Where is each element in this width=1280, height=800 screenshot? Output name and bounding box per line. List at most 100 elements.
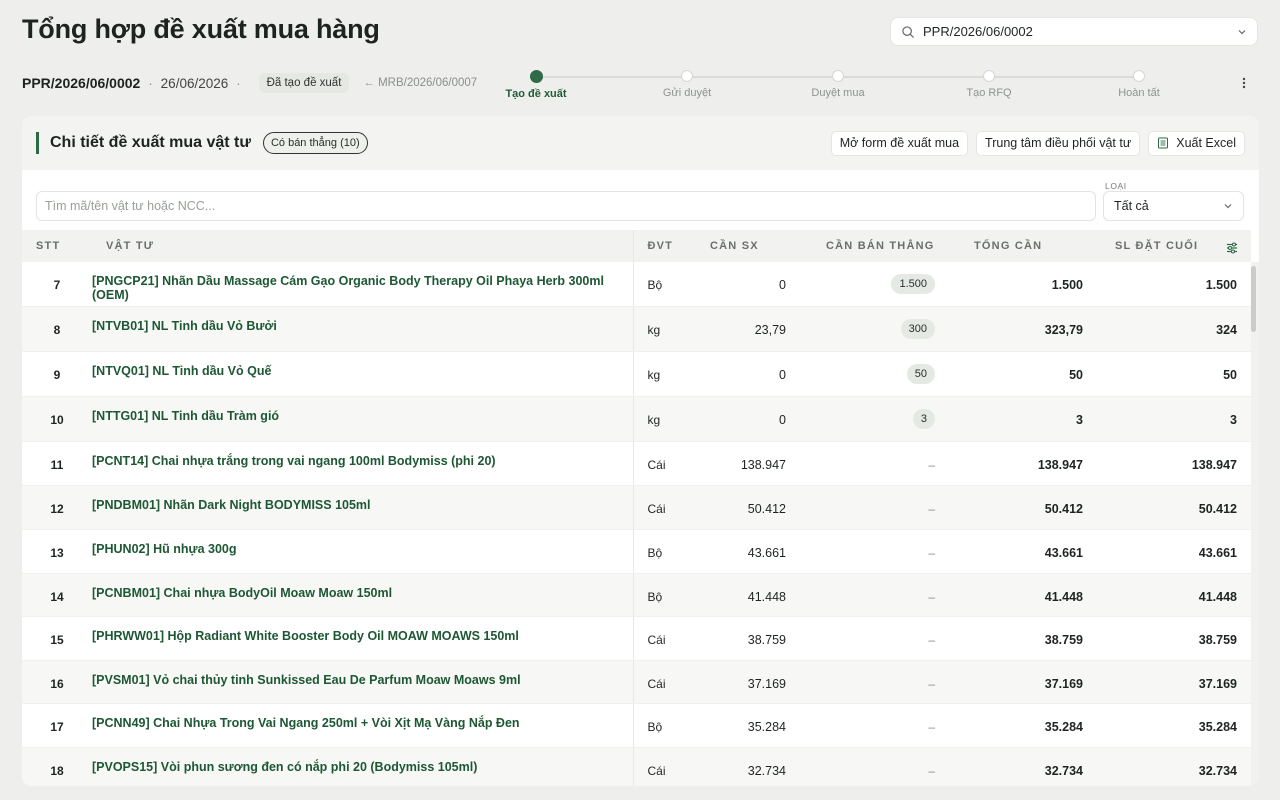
column-settings-icon[interactable] bbox=[1225, 241, 1239, 255]
cell-final-order-qty[interactable]: 37.169 bbox=[1097, 660, 1251, 704]
cell-total-need: 50 bbox=[949, 351, 1097, 397]
table-row[interactable]: 13 [PHUN02] Hũ nhựa 300g Bộ 43.661–43.661 43… bbox=[22, 529, 1251, 574]
step-dot bbox=[681, 70, 693, 82]
cell-direct-sale-need: 1.500 bbox=[800, 262, 949, 307]
material-search-input[interactable] bbox=[36, 191, 1096, 221]
cell-material-name[interactable]: [PCNN49] Chai Nhựa Trong Vai Ngang 250ml… bbox=[92, 703, 634, 748]
document-search[interactable] bbox=[890, 17, 1258, 46]
cell-total-need: 32.734 bbox=[949, 747, 1097, 786]
step-duyet-mua[interactable]: Duyệt mua bbox=[778, 70, 898, 99]
cell-stt: 16 bbox=[22, 660, 92, 704]
card-header: Chi tiết đề xuất mua vật tư Có bán thẳng… bbox=[22, 116, 1259, 170]
table-row[interactable]: 12 [PNDBM01] Nhãn Dark Night BODYMISS 105… bbox=[22, 485, 1251, 530]
table-row[interactable]: 16 [PVSM01] Vỏ chai thủy tinh Sunkissed E… bbox=[22, 660, 1251, 704]
cell-final-order-qty[interactable]: 35.284 bbox=[1097, 703, 1251, 748]
table-row[interactable]: 17 [PCNN49] Chai Nhựa Trong Vai Ngang 250… bbox=[22, 703, 1251, 748]
source-document-link[interactable]: ← MRB/2026/06/0007 bbox=[363, 77, 477, 89]
cell-final-order-qty[interactable]: 43.661 bbox=[1097, 529, 1251, 574]
step-hoan-tat[interactable]: Hoàn tất bbox=[1079, 70, 1199, 99]
column-header-stt[interactable]: STT bbox=[22, 230, 92, 262]
cell-material-name[interactable]: [PHUN02] Hũ nhựa 300g bbox=[92, 529, 634, 574]
cell-material-name[interactable]: [NTTG01] NL Tinh dầu Tràm gió bbox=[92, 396, 634, 442]
table-row[interactable]: 14 [PCNBM01] Chai nhựa BodyOil Moaw Moaw … bbox=[22, 573, 1251, 617]
direct-sale-filter-pill[interactable]: Có bán thẳng (10) bbox=[262, 132, 368, 154]
cell-unit: Cái bbox=[633, 616, 688, 661]
table-row[interactable]: 9 [NTVQ01] NL Tinh dầu Vỏ Quế kg 0 50 50 50 bbox=[22, 351, 1251, 397]
table-row[interactable]: 7 [PNGCP21] Nhãn Dầu Massage Cám Gạo Orga… bbox=[22, 262, 1251, 307]
cell-final-order-qty[interactable]: 324 bbox=[1097, 306, 1251, 352]
cell-material-name[interactable]: [PVSM01] Vỏ chai thủy tinh Sunkissed Eau… bbox=[92, 660, 634, 704]
header-actions: Mở form đề xuất mua Trung tâm điều phối … bbox=[830, 130, 1245, 156]
cell-final-order-qty[interactable]: 138.947 bbox=[1097, 441, 1251, 486]
cell-stt: 10 bbox=[22, 396, 92, 442]
cell-final-order-qty[interactable]: 32.734 bbox=[1097, 747, 1251, 786]
empty-dash: – bbox=[928, 589, 935, 604]
cell-material-name[interactable]: [NTVB01] NL Tinh dầu Vỏ Bưởi bbox=[92, 306, 634, 352]
column-header-production-need[interactable]: CẦN SX bbox=[688, 230, 800, 262]
cell-unit: Cái bbox=[633, 485, 688, 530]
cell-material-name[interactable]: [PCNT14] Chai nhựa trắng trong vai ngang… bbox=[92, 441, 634, 486]
cell-direct-sale-need: – bbox=[800, 529, 949, 574]
table-row[interactable]: 10 [NTTG01] NL Tinh dầu Tràm gió kg 0 3 3 3 bbox=[22, 396, 1251, 442]
document-meta: PPR/2026/06/0002 · 26/06/2026 · Đã tạo đ… bbox=[22, 72, 477, 94]
cell-production-need: 23,79 bbox=[688, 306, 800, 352]
table-row[interactable]: 15 [PHRWW01] Hộp Radiant White Booster Bo… bbox=[22, 616, 1251, 661]
type-filter-select[interactable]: Tất cả bbox=[1103, 191, 1244, 221]
cell-material-name[interactable]: [NTVQ01] NL Tinh dầu Vỏ Quế bbox=[92, 351, 634, 397]
cell-material-name[interactable]: [PHRWW01] Hộp Radiant White Booster Body… bbox=[92, 616, 634, 661]
cell-direct-sale-need: – bbox=[800, 747, 949, 786]
cell-material-name[interactable]: [PNDBM01] Nhãn Dark Night BODYMISS 105ml bbox=[92, 485, 634, 530]
kebab-menu-icon[interactable] bbox=[1238, 76, 1250, 90]
column-header-direct-sale-need[interactable]: CẦN BÁN THẲNG bbox=[800, 230, 949, 262]
step-dot bbox=[983, 70, 995, 82]
cell-final-order-qty[interactable]: 3 bbox=[1097, 396, 1251, 442]
table-scrollbar-thumb[interactable] bbox=[1251, 266, 1256, 332]
cell-final-order-qty[interactable]: 41.448 bbox=[1097, 573, 1251, 617]
direct-sale-chip: 1.500 bbox=[891, 274, 935, 294]
card-title: Chi tiết đề xuất mua vật tư bbox=[50, 134, 251, 151]
detail-card: Chi tiết đề xuất mua vật tư Có bán thẳng… bbox=[22, 116, 1259, 786]
empty-dash: – bbox=[928, 719, 935, 734]
cell-production-need: 35.284 bbox=[688, 703, 800, 748]
column-header-total-need[interactable]: TỔNG CẦN bbox=[949, 230, 1097, 262]
cell-stt: 11 bbox=[22, 441, 92, 486]
cell-final-order-qty[interactable]: 50.412 bbox=[1097, 485, 1251, 530]
step-gui-duyet[interactable]: Gửi duyệt bbox=[627, 70, 747, 99]
step-tao-rfq[interactable]: Tạo RFQ bbox=[929, 70, 1049, 99]
table-row[interactable]: 18 [PVOPS15] Vòi phun sương đen có nắp ph… bbox=[22, 747, 1251, 786]
table-row[interactable]: 11 [PCNT14] Chai nhựa trắng trong vai nga… bbox=[22, 441, 1251, 486]
cell-direct-sale-need: 50 bbox=[800, 351, 949, 397]
cell-final-order-qty[interactable]: 38.759 bbox=[1097, 616, 1251, 661]
step-dot bbox=[832, 70, 844, 82]
cell-total-need: 41.448 bbox=[949, 573, 1097, 617]
cell-total-need: 43.661 bbox=[949, 529, 1097, 574]
cell-final-order-qty[interactable]: 1.500 bbox=[1097, 262, 1251, 307]
export-excel-button[interactable]: Xuất Excel bbox=[1148, 130, 1245, 156]
step-dot bbox=[1133, 70, 1145, 82]
cell-unit: kg bbox=[633, 306, 688, 352]
dispatch-center-button[interactable]: Trung tâm điều phối vật tư bbox=[976, 130, 1141, 156]
cell-unit: Bộ bbox=[633, 703, 688, 748]
cell-production-need: 50.412 bbox=[688, 485, 800, 530]
empty-dash: – bbox=[928, 763, 935, 778]
type-filter-value: Tất cả bbox=[1114, 199, 1149, 213]
search-icon bbox=[902, 25, 914, 38]
cell-production-need: 0 bbox=[688, 396, 800, 442]
column-header-unit[interactable]: ĐVT bbox=[633, 230, 688, 262]
step-tao-de-xuat[interactable]: Tạo đề xuất bbox=[476, 70, 596, 100]
cell-material-name[interactable]: [PCNBM01] Chai nhựa BodyOil Moaw Moaw 15… bbox=[92, 573, 634, 617]
cell-total-need: 37.169 bbox=[949, 660, 1097, 704]
table-row[interactable]: 8 [NTVB01] NL Tinh dầu Vỏ Bưởi kg 23,79 300 3… bbox=[22, 306, 1251, 352]
cell-final-order-qty[interactable]: 50 bbox=[1097, 351, 1251, 397]
column-header-material[interactable]: VẬT TƯ bbox=[92, 230, 634, 262]
empty-dash: – bbox=[928, 457, 935, 472]
cell-material-name[interactable]: [PVOPS15] Vòi phun sương đen có nắp phi … bbox=[92, 747, 634, 786]
open-form-button[interactable]: Mở form đề xuất mua bbox=[830, 130, 969, 156]
cell-material-name[interactable]: [PNGCP21] Nhãn Dầu Massage Cám Gạo Organ… bbox=[92, 262, 634, 307]
empty-dash: – bbox=[928, 501, 935, 516]
table-scrollbar-track[interactable] bbox=[1251, 262, 1259, 786]
cell-stt: 12 bbox=[22, 485, 92, 530]
search-input[interactable] bbox=[923, 24, 1237, 39]
chevron-down-icon[interactable] bbox=[1237, 27, 1247, 37]
cell-total-need: 3 bbox=[949, 396, 1097, 442]
